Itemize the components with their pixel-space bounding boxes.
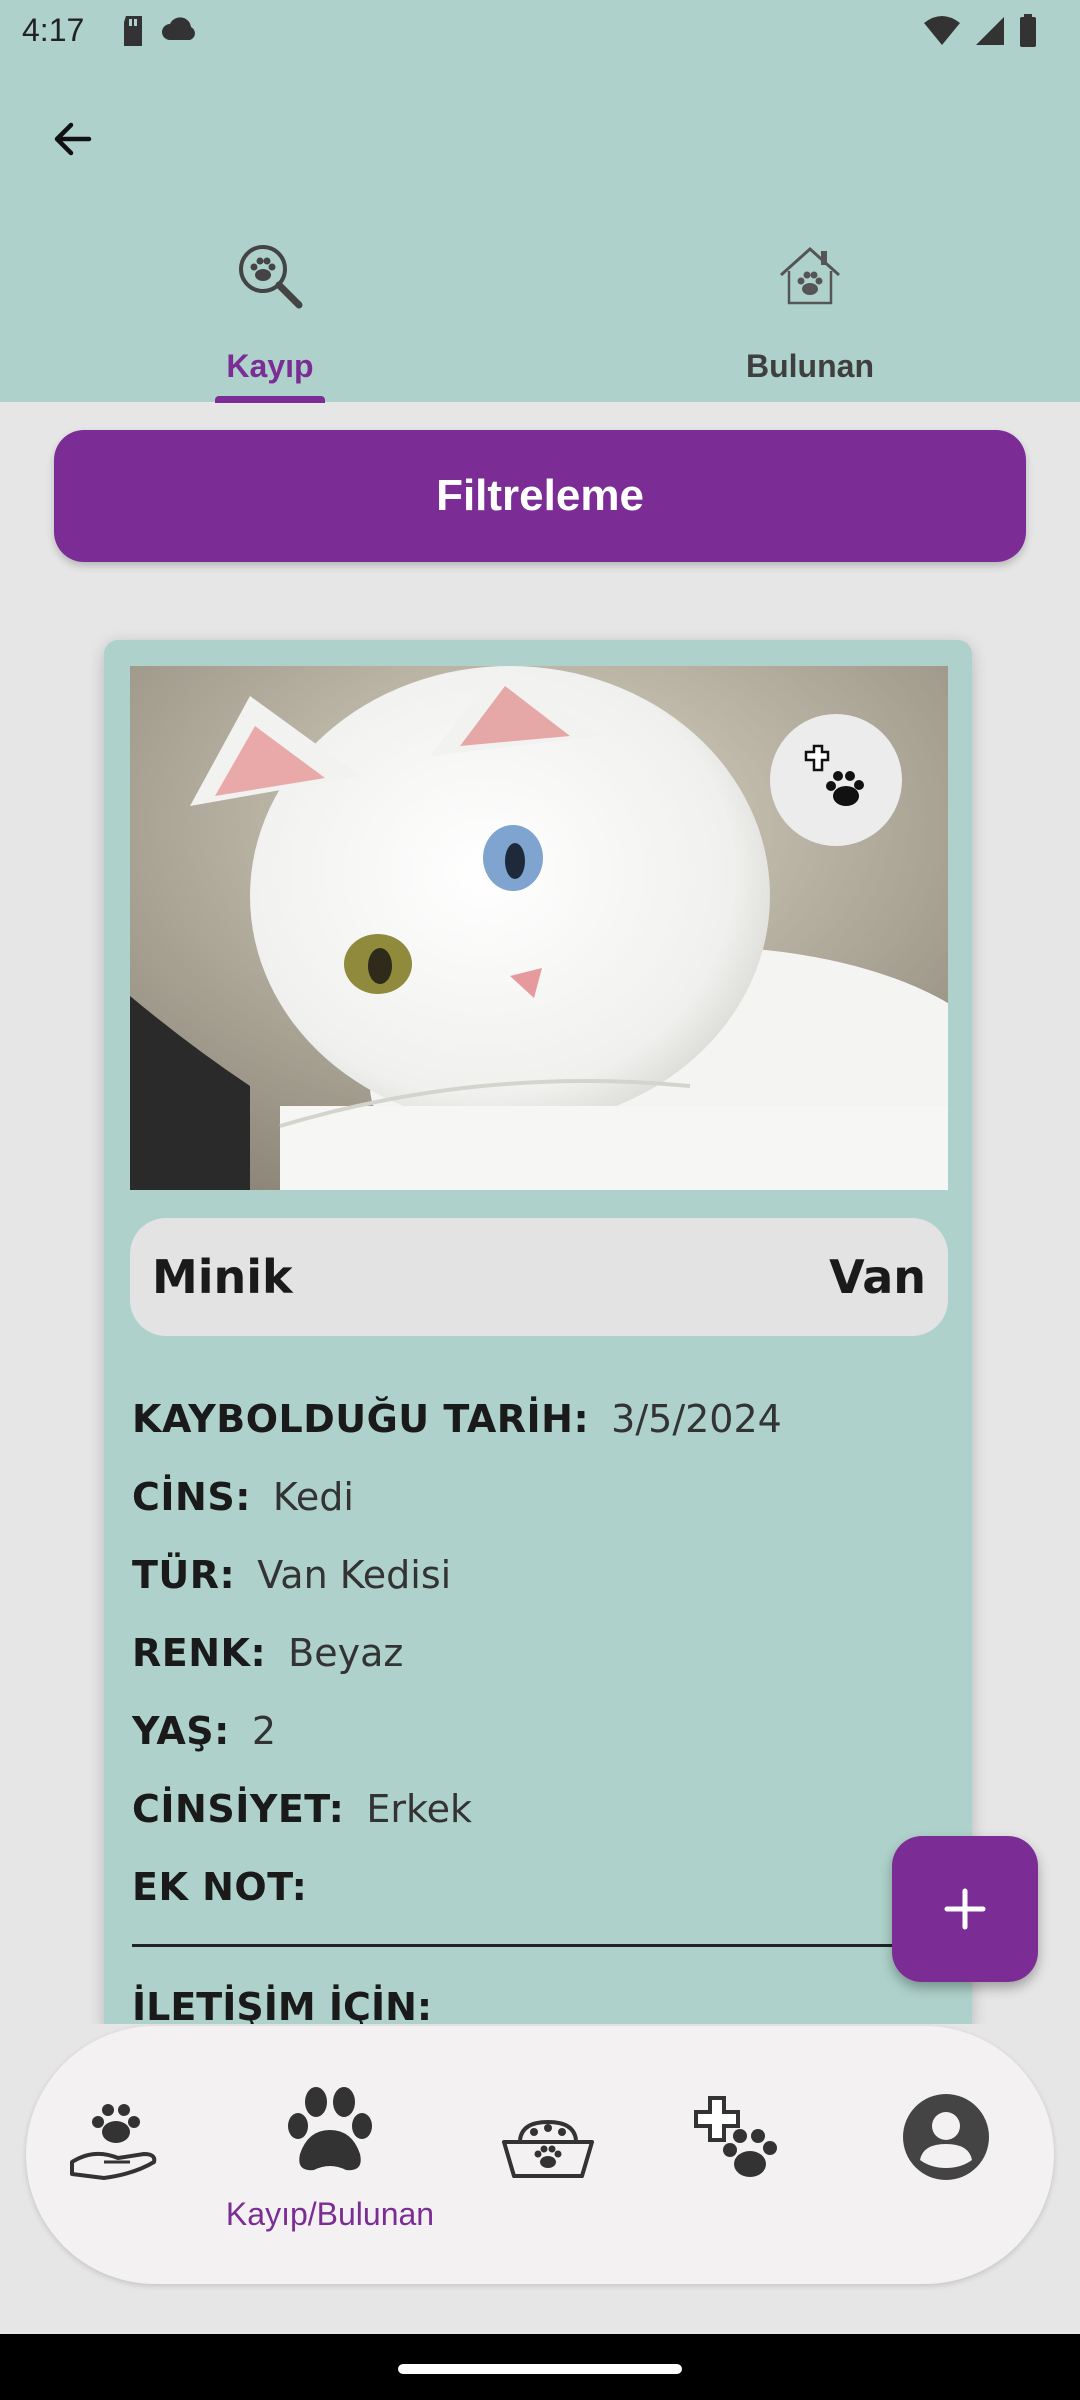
info-value: Van Kedisi bbox=[257, 1553, 452, 1597]
profile-icon bbox=[901, 2092, 991, 2182]
pet-card[interactable]: Minik Van KAYBOLDUĞU TARİH: 3/5/2024 CİN… bbox=[104, 640, 972, 2040]
paw-search-icon bbox=[234, 240, 306, 312]
nav-item-vet[interactable] bbox=[638, 2026, 838, 2284]
info-label: TÜR: bbox=[132, 1553, 236, 1597]
arrow-back-icon bbox=[54, 122, 92, 156]
bottom-nav: Kayıp/Bulunan bbox=[26, 2026, 1054, 2284]
cloud-icon bbox=[160, 14, 200, 52]
nav-item-lost-found[interactable]: Kayıp/Bulunan bbox=[202, 2026, 458, 2284]
info-value: Kedi bbox=[272, 1475, 354, 1519]
info-label: EK NOT: bbox=[132, 1865, 308, 1909]
pet-photo bbox=[130, 666, 948, 1190]
paw-house-icon bbox=[774, 240, 846, 312]
signal-icon bbox=[974, 15, 1006, 51]
info-row-species: CİNS: Kedi bbox=[132, 1458, 942, 1536]
plus-icon bbox=[944, 1888, 986, 1930]
pet-breed: Van bbox=[829, 1250, 926, 1304]
info-row-color: RENK: Beyaz bbox=[132, 1614, 942, 1692]
nav-item-adopt[interactable] bbox=[26, 2026, 202, 2284]
back-button[interactable] bbox=[40, 106, 106, 172]
nav-label: Kayıp/Bulunan bbox=[225, 2196, 435, 2232]
info-value: Erkek bbox=[366, 1787, 473, 1831]
tab-found[interactable]: Bulunan bbox=[540, 224, 1080, 402]
info-label: KAYBOLDUĞU TARİH: bbox=[132, 1397, 590, 1441]
info-label: YAŞ: bbox=[132, 1709, 230, 1753]
info-value: 3/5/2024 bbox=[611, 1397, 782, 1441]
tab-lost-label: Kayıp bbox=[226, 348, 314, 384]
food-bowl-icon bbox=[498, 2092, 598, 2188]
adopt-button[interactable] bbox=[770, 714, 902, 846]
info-row-gender: CİNSİYET: Erkek bbox=[132, 1770, 942, 1848]
battery-icon bbox=[1018, 14, 1038, 52]
tab-lost[interactable]: Kayıp bbox=[0, 224, 540, 402]
header: Kayıp Bulunan bbox=[0, 64, 1080, 403]
status-bar: 4:17 bbox=[0, 0, 1080, 64]
tab-indicator bbox=[215, 396, 325, 403]
info-row-lost-date: KAYBOLDUĞU TARİH: 3/5/2024 bbox=[132, 1380, 942, 1458]
add-button[interactable] bbox=[892, 1836, 1038, 1982]
vet-paw-icon bbox=[688, 2092, 788, 2192]
divider bbox=[132, 1944, 922, 1947]
sd-card-icon bbox=[120, 14, 146, 52]
info-value: 2 bbox=[251, 1709, 277, 1753]
info-label: CİNS: bbox=[132, 1475, 251, 1519]
info-row-age: YAŞ: 2 bbox=[132, 1692, 942, 1770]
paw-hand-icon bbox=[64, 2092, 164, 2192]
name-pill: Minik Van bbox=[130, 1218, 948, 1336]
nav-item-food[interactable] bbox=[458, 2026, 638, 2284]
info-row-note: EK NOT: bbox=[132, 1848, 942, 1926]
home-indicator[interactable] bbox=[398, 2364, 682, 2374]
info-label: CİNSİYET: bbox=[132, 1787, 345, 1831]
contact-label: İLETİŞİM İÇİN: bbox=[132, 1985, 433, 2029]
filter-button[interactable]: Filtreleme bbox=[54, 430, 1026, 562]
pet-info: KAYBOLDUĞU TARİH: 3/5/2024 CİNS: Kedi TÜ… bbox=[132, 1380, 942, 1926]
status-time: 4:17 bbox=[22, 12, 85, 48]
info-row-breed: TÜR: Van Kedisi bbox=[132, 1536, 942, 1614]
tab-found-label: Bulunan bbox=[746, 348, 874, 384]
pet-name: Minik bbox=[152, 1250, 293, 1304]
info-value: Beyaz bbox=[288, 1631, 404, 1675]
paw-icon bbox=[280, 2082, 380, 2178]
wifi-icon bbox=[922, 15, 962, 51]
vet-paw-icon bbox=[804, 744, 864, 806]
info-label: RENK: bbox=[132, 1631, 267, 1675]
nav-item-profile[interactable] bbox=[838, 2026, 1054, 2284]
